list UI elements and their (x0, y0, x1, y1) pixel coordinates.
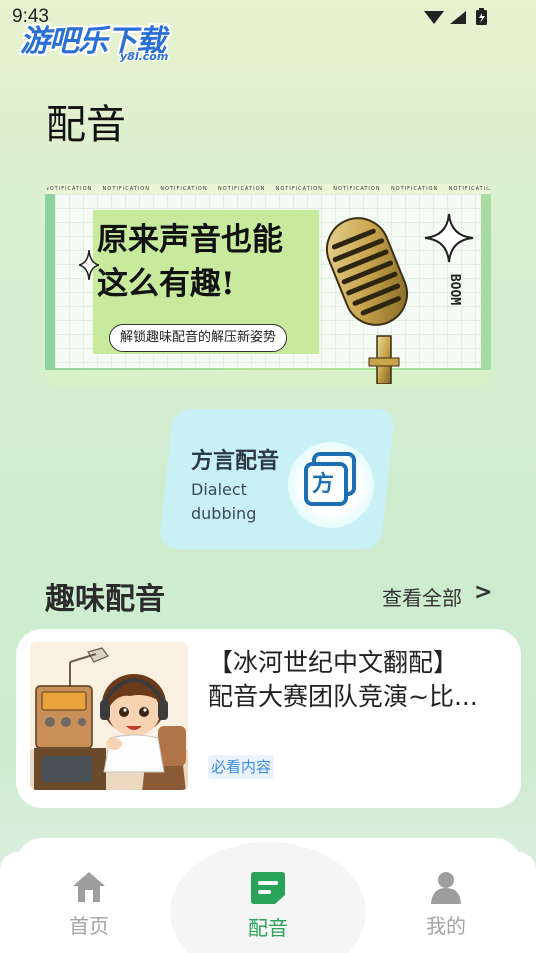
banner-top-strip: NOTIFICATION NOTIFICATION NOTIFICATION N… (45, 184, 491, 194)
signal-icon (450, 11, 466, 24)
profile-icon (431, 872, 461, 904)
see-all-link[interactable]: 查看全部 (382, 582, 462, 611)
nav-label-home: 首页 (69, 914, 109, 938)
chevron-right-icon[interactable]: > (474, 580, 492, 605)
site-watermark-logo: 游吧乐下载 y8l.com (20, 16, 190, 64)
banner-headline: 原来声音也能 这么有趣! (97, 222, 283, 302)
dialect-icon-char: 方 (311, 472, 334, 497)
microphone-icon (326, 217, 408, 384)
page-title: 配音 (46, 102, 126, 148)
nav-item-dubbing[interactable]: 配音 (223, 870, 313, 941)
sparkle-icon (424, 213, 474, 263)
banner-boom-text: BOOM (447, 273, 463, 306)
promo-banner[interactable]: NOTIFICATION NOTIFICATION NOTIFICATION N… (45, 184, 491, 386)
list-item-tag: 必看内容 (208, 755, 275, 779)
dialect-card-title: 方言配音 (191, 449, 280, 474)
dialect-card-subtitle: Dialect dubbing (191, 480, 257, 523)
nav-item-home[interactable]: 首页 (44, 870, 134, 939)
list-item-title[interactable]: 【冰河世纪中文翻配】 配音大赛团队竞演~比... (208, 646, 510, 714)
banner-pill: 解锁趣味配音的解压新姿势 (109, 324, 288, 352)
watermark-sub: y8l.com (120, 50, 169, 63)
home-icon (73, 872, 105, 902)
video-thumbnail[interactable] (30, 642, 188, 790)
wifi-icon (424, 11, 444, 24)
nav-label-profile: 我的 (426, 914, 466, 938)
status-icons (424, 8, 487, 25)
sparkle-icon (79, 250, 99, 280)
nav-label-dubbing: 配音 (248, 916, 288, 940)
section-title: 趣味配音 (45, 582, 165, 617)
nav-item-profile[interactable]: 我的 (401, 870, 491, 939)
dubbing-icon (251, 872, 285, 904)
